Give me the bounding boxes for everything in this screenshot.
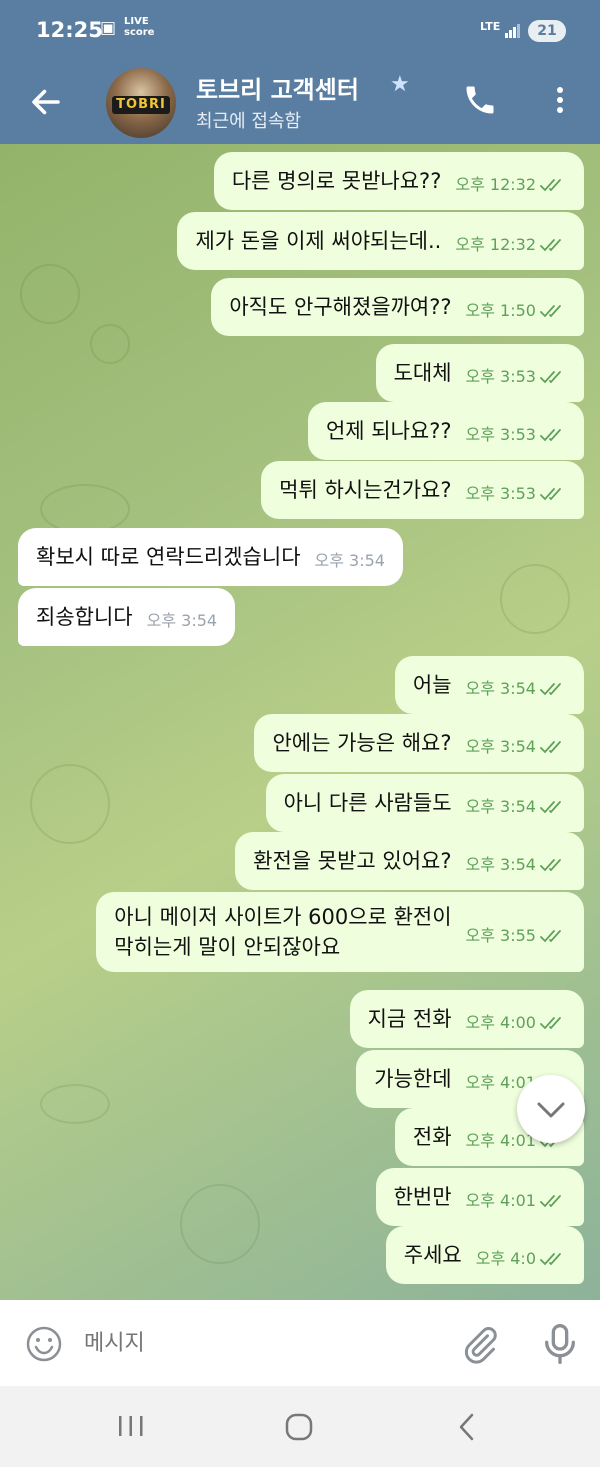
incoming-message[interactable]: 죄송합니다 오후 3:54 [18,588,236,646]
message-text: 죄송합니다 [36,605,133,629]
message-text: 주세요 [403,1243,462,1267]
back-arrow-icon[interactable] [28,84,64,120]
incoming-message[interactable]: 확보시 따로 연락드리겠습니다 오후 3:54 [18,528,403,586]
outgoing-message[interactable]: 안에는 가능은 해요? 오후 3:54 [254,714,584,772]
message-time: 오후 3:53 [465,425,536,444]
read-ticks-icon [540,930,561,943]
message-time: 오후 3:54 [465,797,536,816]
read-ticks-icon [540,683,561,696]
message-text: 아니 메이저 사이트가 600으로 환전이 막히는게 말이 안되잖아요 [114,905,452,959]
read-ticks-icon [540,429,561,442]
clock: 12:25 [36,18,103,42]
avatar[interactable]: TOBRI [106,68,176,138]
message-text: 한번만 [393,1185,452,1209]
message-text: 지금 전화 [367,1007,452,1031]
network-type: LTE [480,20,501,33]
chevron-down-icon [537,1102,565,1118]
scroll-down-button[interactable] [517,1075,585,1143]
read-ticks-icon [540,801,561,814]
outgoing-message[interactable]: 아니 다른 사람들도 오후 3:54 [265,774,584,832]
outgoing-message[interactable]: 도대체 오후 3:53 [375,344,584,402]
outgoing-message[interactable]: 아니 메이저 사이트가 600으로 환전이 막히는게 말이 안되잖아요 오후 3:… [96,892,584,972]
outgoing-message[interactable]: 먹튀 하시는건가요? 오후 3:53 [261,461,584,519]
star-icon: ★ [390,72,410,97]
read-ticks-icon [540,859,561,872]
avatar-logo: TOBRI [112,96,170,114]
back-icon[interactable] [452,1410,482,1444]
message-time: 오후 3:54 [465,679,536,698]
more-vert-icon[interactable] [548,82,572,118]
message-input[interactable] [84,1324,384,1364]
read-ticks-icon [540,1195,561,1208]
message-time: 오후 3:53 [465,367,536,386]
read-ticks-icon [540,371,561,384]
message-time: 오후 3:54 [314,551,385,570]
outgoing-message[interactable]: 어늘 오후 3:54 [394,656,584,714]
live-score-label: LIVE [124,16,149,27]
message-text: 먹튀 하시는건가요? [279,478,452,502]
read-ticks-icon [540,741,561,754]
outgoing-message[interactable]: 제가 돈을 이제 써야되는데.. 오후 12:32 [177,212,584,270]
message-time: 오후 3:53 [465,484,536,503]
message-time: 오후 4:00 [465,1013,536,1032]
message-text: 가능한데 [374,1067,452,1091]
battery-indicator: 21 [528,20,566,42]
read-ticks-icon [540,239,561,252]
message-time: 오후 3:54 [465,855,536,874]
live-score-notification-icon: LIVE score [124,16,154,38]
outgoing-message[interactable]: 지금 전화 오후 4:00 [349,990,584,1048]
message-time: 오후 12:32 [455,175,536,194]
message-time: 오후 3:54 [146,611,218,630]
system-nav-bar [0,1386,600,1467]
message-text: 어늘 [412,673,452,697]
message-text: 안에는 가능은 해요? [272,731,452,755]
outgoing-message[interactable]: 다른 명의로 못받나요?? 오후 12:32 [213,152,584,210]
status-bar: 12:25 ▣ LIVE score LTE 21 [0,0,600,62]
attach-icon[interactable] [460,1324,500,1366]
message-text: 환전을 못받고 있어요? [253,849,452,873]
message-time: 오후 3:54 [465,737,536,756]
read-ticks-icon [540,1017,561,1030]
read-ticks-icon [540,1253,561,1266]
message-text: 아직도 안구해졌을까여?? [229,295,452,319]
recent-apps-icon[interactable] [116,1412,146,1440]
message-input-bar [0,1300,600,1386]
emoji-icon[interactable] [24,1324,64,1364]
message-text: 언제 되나요?? [325,419,452,443]
message-text: 아니 다른 사람들도 [283,791,452,815]
chat-area[interactable]: 다른 명의로 못받나요?? 오후 12:32 제가 돈을 이제 써야되는데.. 오후 … [0,144,600,1300]
message-time: 오후 3:55 [465,926,536,945]
message-time: 오후 4:0 [475,1249,536,1268]
message-time: 오후 4:01 [465,1191,536,1210]
mic-icon[interactable] [540,1322,580,1366]
screen-record-icon: ▣ [100,18,117,38]
signal-icon [505,24,521,38]
contact-status: 최근에 접속함 [196,111,302,132]
contact-name[interactable]: 토브리 고객센터 [196,70,359,105]
message-text: 도대체 [393,361,452,385]
read-ticks-icon [540,488,561,501]
message-text: 제가 돈을 이제 써야되는데.. [195,229,442,253]
outgoing-message[interactable]: 언제 되나요?? 오후 3:53 [307,402,584,460]
read-ticks-icon [540,305,561,318]
live-score-sublabel: score [124,27,155,38]
message-text: 다른 명의로 못받나요?? [231,169,442,193]
outgoing-message[interactable]: 한번만 오후 4:01 [375,1168,584,1226]
outgoing-message[interactable]: 아직도 안구해졌을까여?? 오후 1:50 [211,278,584,336]
outgoing-message[interactable]: 환전을 못받고 있어요? 오후 3:54 [235,832,584,890]
message-time: 오후 1:50 [465,301,536,320]
outgoing-message[interactable]: 주세요 오후 4:0 [385,1226,584,1284]
read-ticks-icon [540,179,561,192]
chat-header: TOBRI 토브리 고객센터 ★ 최근에 접속함 [0,62,600,144]
message-text: 전화 [412,1125,452,1149]
message-text: 확보시 따로 연락드리겠습니다 [36,545,301,569]
home-icon[interactable] [282,1410,316,1444]
phone-icon[interactable] [462,82,498,118]
message-time: 오후 12:32 [455,235,536,254]
